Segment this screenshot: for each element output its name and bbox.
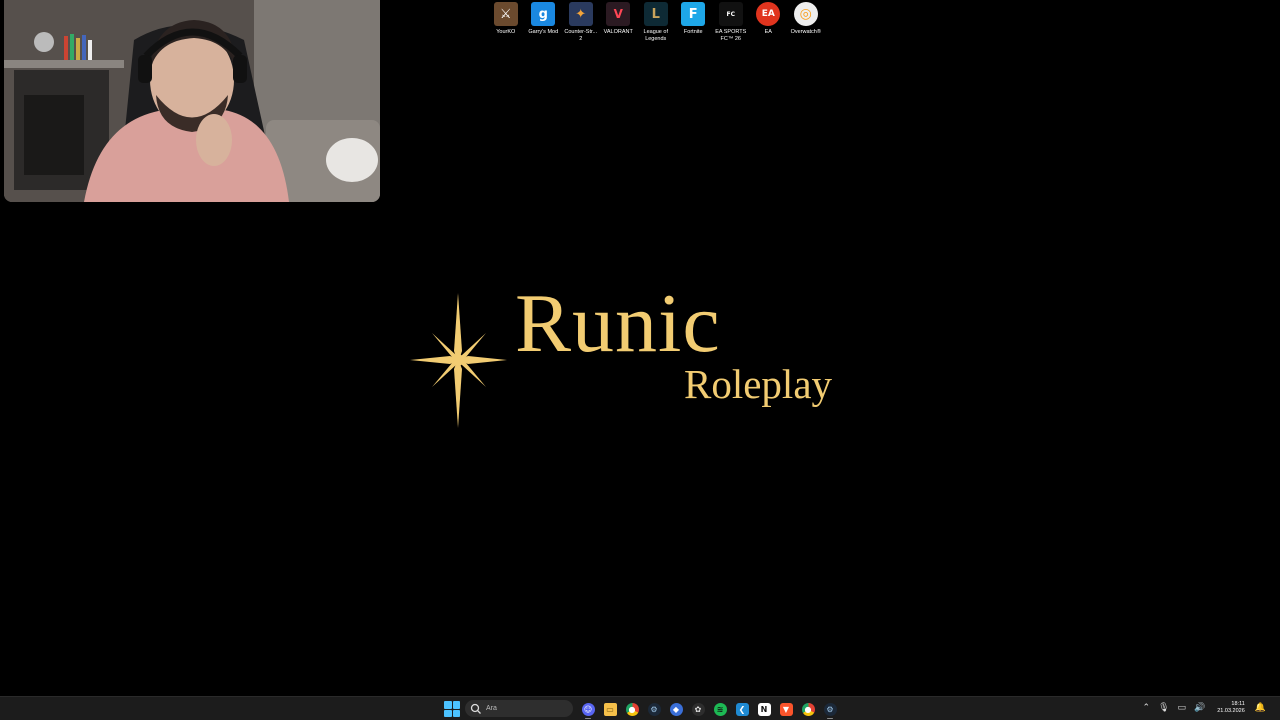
taskbar: Ara ☺ ▭ ● ⚙ ◆ ✿ ≋ ❮ N ▼ ● ⚙ ⌃ 🎙 ▭ 🔊 18:1… <box>0 696 1280 720</box>
search-placeholder: Ara <box>486 705 497 712</box>
notification-bell-icon[interactable]: 🔔 <box>1255 703 1266 713</box>
network-icon[interactable]: ▭ <box>1178 703 1187 713</box>
counter-strike-2-icon: ✦ <box>568 2 593 26</box>
chrome-icon: ● <box>625 702 639 716</box>
desktop-icon-overwatch[interactable]: ◎ Overwatch® <box>787 2 825 43</box>
spotify-icon: ≋ <box>713 702 727 716</box>
clock[interactable]: 18:11 21.03.2026 <box>1217 701 1245 716</box>
volume-icon[interactable]: 🔊 <box>1194 703 1205 713</box>
desktop: ⚔ YourKO g Garry's Mod ✦ Counter-Str... … <box>0 0 1280 720</box>
desktop-icon-ea-sports-fc[interactable]: FC EA SPORTS FC™ 26 <box>712 2 750 43</box>
logo-subtitle: Roleplay <box>684 361 833 407</box>
taskbar-pinned-apps: ☺ ▭ ● ⚙ ◆ ✿ ≋ ❮ N ▼ ● ⚙ <box>577 699 841 719</box>
windows-logo-icon <box>444 701 452 709</box>
desktop-icon-garrys-mod[interactable]: g Garry's Mod <box>525 2 563 43</box>
runic-roleplay-logo: Runic Roleplay <box>405 282 865 430</box>
taskbar-search-box[interactable]: Ara <box>465 700 573 717</box>
taskbar-app-spotify[interactable]: ≋ <box>709 699 731 719</box>
clock-date: 21.03.2026 <box>1217 708 1245 714</box>
league-of-legends-icon: L <box>643 2 668 26</box>
desktop-icon-label: Overwatch® <box>790 29 821 35</box>
webcam-overlay <box>4 0 380 202</box>
taskbar-app-brave[interactable]: ▼ <box>775 699 797 719</box>
desktop-icon-label: League of Legends <box>643 29 668 42</box>
overwatch-icon: ◎ <box>793 2 818 26</box>
logo-title: Runic <box>515 277 721 370</box>
chatgpt-icon: ✿ <box>691 702 705 716</box>
taskbar-app-steam[interactable]: ⚙ <box>643 699 665 719</box>
ea-sports-fc-icon: FC <box>718 2 743 26</box>
desktop-icons: ⚔ YourKO g Garry's Mod ✦ Counter-Str... … <box>487 2 825 43</box>
desktop-icon-label: Counter-Str... 2 <box>564 29 598 42</box>
fortnite-icon: F <box>681 2 706 26</box>
steam-icon: ⚙ <box>647 702 661 716</box>
desktop-icon-yourko[interactable]: ⚔ YourKO <box>487 2 525 43</box>
settings-app-icon: ◆ <box>669 702 683 716</box>
steam-running-icon: ⚙ <box>823 702 837 716</box>
vscode-icon: ❮ <box>735 702 749 716</box>
system-tray: ⌃ 🎙 ▭ 🔊 18:11 21.03.2026 🔔 <box>1139 697 1270 719</box>
search-icon <box>470 703 481 714</box>
taskbar-app-chrome[interactable]: ● <box>621 699 643 719</box>
desktop-icon-valorant[interactable]: V VALORANT <box>600 2 638 43</box>
chevron-up-icon[interactable]: ⌃ <box>1143 703 1151 713</box>
taskbar-app-vscode[interactable]: ❮ <box>731 699 753 719</box>
yourko-icon: ⚔ <box>493 2 518 26</box>
brave-icon: ▼ <box>779 702 793 716</box>
notion-icon: N <box>757 702 771 716</box>
desktop-icon-label: Garry's Mod <box>528 29 559 35</box>
garrys-mod-icon: g <box>531 2 556 26</box>
taskbar-app-chatgpt[interactable]: ✿ <box>687 699 709 719</box>
desktop-icon-label: EA SPORTS FC™ 26 <box>715 29 747 42</box>
discord-icon: ☺ <box>581 702 595 716</box>
clock-time: 18:11 <box>1231 700 1245 707</box>
ea-icon: EA <box>756 2 781 26</box>
taskbar-app-discord[interactable]: ☺ <box>577 699 599 719</box>
desktop-icon-label: YourKO <box>496 29 516 35</box>
desktop-icon-league-of-legends[interactable]: L League of Legends <box>637 2 675 43</box>
desktop-icon-counter-strike-2[interactable]: ✦ Counter-Str... 2 <box>562 2 600 43</box>
desktop-icon-ea[interactable]: EA EA <box>750 2 788 43</box>
microphone-icon[interactable]: 🎙 <box>1158 703 1169 713</box>
taskbar-app-chrome-profile[interactable]: ● <box>797 699 819 719</box>
valorant-icon: V <box>606 2 631 26</box>
start-button[interactable] <box>444 701 460 717</box>
chrome-profile-icon: ● <box>801 702 815 716</box>
taskbar-app-file-explorer[interactable]: ▭ <box>599 699 621 719</box>
desktop-icon-fortnite[interactable]: F Fortnite <box>675 2 713 43</box>
file-explorer-icon: ▭ <box>603 702 617 716</box>
desktop-icon-label: Fortnite <box>683 29 703 35</box>
desktop-icon-label: VALORANT <box>603 29 633 35</box>
four-point-star-icon <box>410 293 507 428</box>
desktop-icon-label: EA <box>764 29 772 35</box>
taskbar-app-settings[interactable]: ◆ <box>665 699 687 719</box>
taskbar-app-notion[interactable]: N <box>753 699 775 719</box>
taskbar-app-steam-running[interactable]: ⚙ <box>819 699 841 719</box>
